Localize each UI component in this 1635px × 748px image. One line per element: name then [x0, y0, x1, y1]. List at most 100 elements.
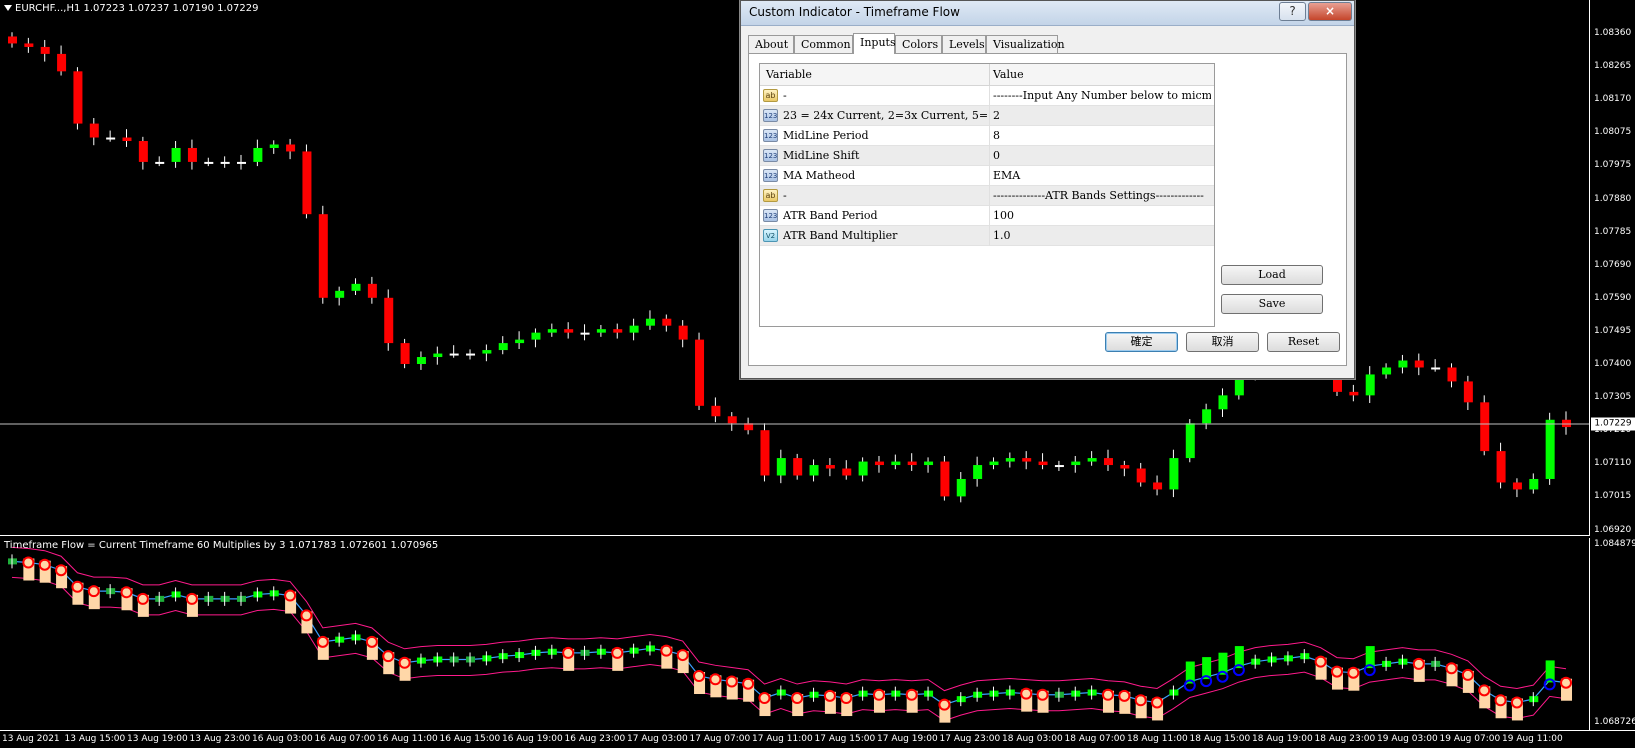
tab-levels[interactable]: Levels [942, 35, 986, 53]
bear-candle [940, 461, 950, 497]
input-row[interactable]: 123 MidLine Period 8 [760, 126, 1214, 146]
time-tick-label: 16 Aug 11:00 [377, 734, 438, 744]
tab-common[interactable]: Common [794, 35, 853, 53]
bull-candle [891, 461, 901, 466]
bear-candle [1562, 419, 1572, 428]
indicator-axis[interactable]: 1.084879 1.068726 [1590, 538, 1635, 730]
input-value[interactable]: 100 [993, 209, 1211, 222]
column-divider[interactable] [989, 64, 990, 86]
price-tick-label: 1.07785 [1594, 226, 1632, 237]
time-tick-label: 17 Aug 07:00 [689, 734, 751, 744]
input-value[interactable]: 1.0 [993, 229, 1211, 242]
bear-candle [1414, 360, 1424, 368]
time-tick-label: 18 Aug 07:00 [1064, 734, 1126, 744]
close-button[interactable]: × [1308, 2, 1352, 21]
input-row[interactable]: ab - --------Input Any Number below to mic… [760, 86, 1214, 106]
input-value[interactable]: EMA [993, 169, 1211, 182]
input-value[interactable]: --------------ATR Bands Settings--------… [993, 189, 1211, 202]
ok-button[interactable]: 確定 [1105, 332, 1178, 352]
input-row[interactable]: 123 23 = 24x Current, 2=3x Current, 5=6x … [760, 106, 1214, 126]
bull-candle [956, 478, 966, 497]
bull-candle [1071, 461, 1081, 466]
indicator-axis-bottom: 1.068726 [1594, 717, 1635, 727]
save-button[interactable]: Save [1221, 294, 1323, 314]
chart-header-text: EURCHF...,H1 1.07223 1.07237 1.07190 1.0… [15, 3, 259, 14]
bull-candle [629, 325, 639, 333]
bull-candle [515, 339, 525, 344]
input-variable-name: ATR Band Multiplier [783, 229, 898, 242]
input-variable-name: - [783, 89, 787, 102]
price-axis[interactable]: 1.08360 1.08265 1.08170 1.08075 1.07975 1.078… [1590, 0, 1635, 536]
price-tick-label: 1.08265 [1594, 61, 1632, 72]
tab-visualization[interactable]: Visualization [986, 35, 1065, 53]
bear-candle [1496, 451, 1506, 483]
bull-candle [924, 461, 934, 466]
cancel-button[interactable]: 取消 [1186, 332, 1259, 352]
indicator-subwindow[interactable]: Timeframe Flow = Current Timeframe 60 Mu… [0, 538, 1590, 730]
input-value[interactable]: 2 [993, 109, 1211, 122]
cell-divider [989, 86, 990, 106]
price-tick-label: 1.07975 [1594, 160, 1632, 171]
price-tick-label: 1.07305 [1594, 392, 1632, 403]
cell-divider [989, 226, 990, 246]
indicator-plot[interactable] [0, 538, 1590, 730]
bull-candle [204, 161, 214, 164]
bear-candle [286, 144, 296, 152]
variable-column-header[interactable]: Variable [766, 68, 812, 81]
time-tick-label: 19 Aug 11:00 [1502, 734, 1563, 744]
bull-candle [253, 147, 263, 162]
time-tick-label: 16 Aug 19:00 [502, 734, 563, 744]
value-column-header[interactable]: Value [993, 68, 1024, 81]
input-value[interactable]: 0 [993, 149, 1211, 162]
price-tick-label: 1.08170 [1594, 94, 1632, 105]
double-type-icon: V2 [763, 229, 778, 242]
bull-candle [531, 332, 541, 340]
input-row[interactable]: 123 MA Matheod EMA [760, 166, 1214, 186]
bear-candle [187, 147, 197, 162]
input-row[interactable]: ab - --------------ATR Bands Settings-----… [760, 186, 1214, 206]
load-button[interactable]: Load [1221, 265, 1323, 285]
string-type-icon: ab [763, 89, 778, 102]
time-tick-label: 17 Aug 03:00 [627, 734, 688, 744]
bull-candle [416, 357, 426, 364]
cell-divider [989, 186, 990, 206]
reset-button[interactable]: Reset [1267, 332, 1340, 352]
cell-divider [989, 166, 990, 186]
time-tick-label: 13 Aug 15:00 [64, 734, 126, 744]
input-variable-name: ATR Band Period [783, 209, 878, 222]
tab-colors[interactable]: Colors [895, 35, 942, 53]
time-tick-label: 18 Aug 15:00 [1189, 734, 1251, 744]
bull-candle [269, 144, 279, 148]
bull-candle [858, 461, 868, 476]
inputs-grid[interactable]: Variable Value ab - --------Input Any Numb… [759, 63, 1215, 327]
bear-candle [1103, 458, 1113, 466]
time-tick-label: 16 Aug 07:00 [314, 734, 376, 744]
bear-candle [793, 458, 803, 476]
tab-about[interactable]: About [748, 35, 794, 53]
custom-indicator-dialog: Custom Indicator - Timeframe Flow ? × Ab… [740, 0, 1355, 379]
bear-candle [40, 46, 50, 54]
time-tick-label: 18 Aug 11:00 [1127, 734, 1188, 744]
input-row[interactable]: V2 ATR Band Multiplier 1.0 [760, 226, 1214, 246]
bull-candle [155, 161, 165, 164]
time-tick-label: 19 Aug 03:00 [1377, 734, 1438, 744]
bear-candle [57, 53, 67, 72]
bear-candle [73, 71, 83, 124]
input-variable-name: MidLine Shift [783, 149, 860, 162]
dialog-title-bar[interactable]: Custom Indicator - Timeframe Flow ? × [741, 1, 1354, 26]
time-axis[interactable]: 13 Aug 2021 13 Aug 15:00 13 Aug 19:00 13 Au… [0, 730, 1635, 748]
input-row[interactable]: 123 MidLine Shift 0 [760, 146, 1214, 166]
string-type-icon: ab [763, 189, 778, 202]
collapse-triangle-icon[interactable] [4, 5, 12, 11]
bear-candle [760, 430, 770, 476]
help-button[interactable]: ? [1279, 2, 1306, 21]
input-row[interactable]: 123 ATR Band Period 100 [760, 206, 1214, 226]
bear-candle [825, 465, 835, 469]
price-tick-label: 1.07880 [1594, 193, 1632, 204]
input-value[interactable]: --------Input Any Number below to micmic… [993, 89, 1211, 102]
tab-inputs[interactable]: Inputs [853, 33, 896, 54]
bear-candle [8, 36, 17, 44]
input-value[interactable]: 8 [993, 129, 1211, 142]
bear-candle [874, 461, 884, 466]
bull-candle [809, 465, 819, 476]
